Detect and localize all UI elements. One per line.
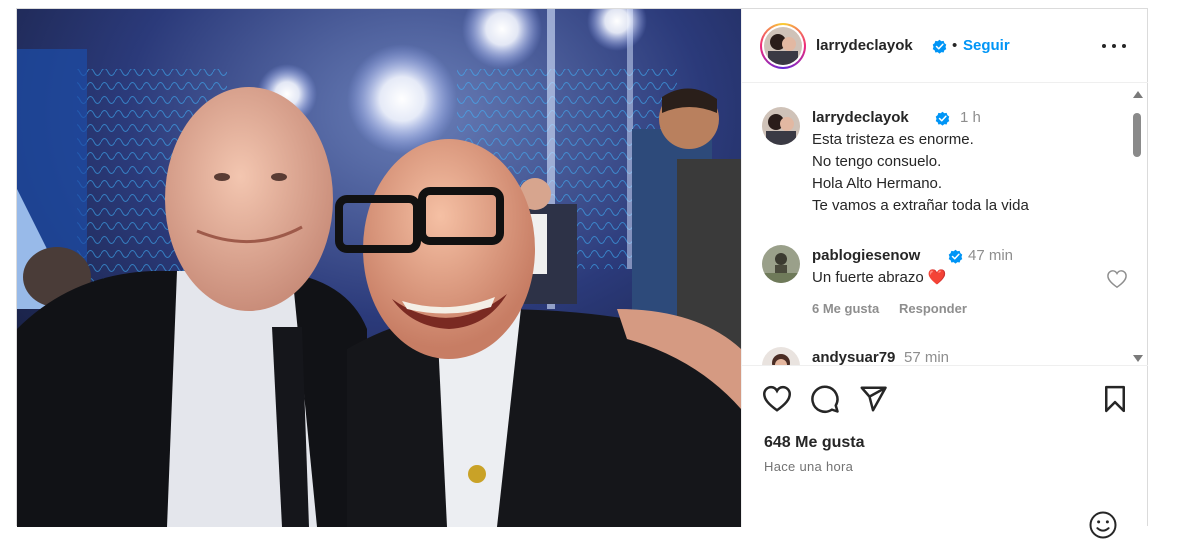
caption-line: Te vamos a extrañar toda la vida (812, 197, 1029, 214)
caption-time: 1 h (960, 109, 981, 126)
avatar-image (762, 245, 800, 283)
comment-username[interactable]: pablogiesenow (812, 247, 920, 264)
comment-text-body: Un fuerte abrazo (812, 269, 924, 286)
scroll-up-arrow-icon[interactable] (1133, 91, 1143, 98)
post-timestamp[interactable]: Hace una hora (764, 459, 853, 474)
comment-username[interactable]: andysuar79 (812, 349, 895, 365)
avatar-image (762, 107, 800, 145)
post-header: larrydeclayok • Seguir (742, 9, 1148, 83)
likes-count[interactable]: 648 Me gusta (764, 434, 864, 452)
scrollbar-thumb[interactable] (1133, 113, 1141, 157)
comment-likes[interactable]: 6 Me gusta (812, 301, 879, 316)
like-comment-heart-icon[interactable] (1106, 269, 1128, 289)
emoji-picker-icon[interactable] (1088, 510, 1118, 540)
comments-scrollbar[interactable] (1130, 89, 1144, 367)
post-photo[interactable] (17, 9, 741, 527)
commenter-avatar[interactable] (762, 245, 800, 283)
verified-badge-icon (935, 111, 950, 126)
scroll-down-arrow-icon[interactable] (1133, 355, 1143, 362)
comment-time: 47 min (968, 247, 1014, 264)
selfie-photo (17, 9, 741, 527)
more-options-icon[interactable] (1100, 35, 1128, 57)
follow-button[interactable]: Seguir (963, 37, 1010, 54)
header-separator: • (952, 37, 958, 54)
like-heart-icon[interactable] (762, 384, 792, 414)
comment-time: 57 min (904, 349, 950, 365)
caption-line: Hola Alto Hermano. (812, 175, 943, 192)
instagram-post: larrydeclayok • Seguir larrydeclayok 1 h… (16, 8, 1148, 539)
comment-bubble-icon[interactable] (810, 384, 840, 414)
comment-text: Un fuerte abrazo ❤️ (812, 267, 947, 289)
commenter-avatar[interactable] (762, 347, 800, 365)
caption-avatar[interactable] (762, 107, 800, 145)
author-username[interactable]: larrydeclayok (816, 37, 913, 54)
avatar-image (762, 347, 800, 365)
author-avatar[interactable] (760, 23, 806, 69)
post-sidebar: larrydeclayok • Seguir larrydeclayok 1 h… (741, 9, 1148, 539)
post-actions: 648 Me gusta Hace una hora (742, 365, 1148, 539)
verified-badge-icon (932, 39, 947, 54)
caption-line: No tengo consuelo. (812, 153, 942, 170)
verified-badge-icon (948, 249, 963, 264)
avatar-image (764, 27, 802, 65)
comments-list[interactable]: larrydeclayok 1 h Esta tristeza es enorm… (742, 83, 1148, 365)
share-send-icon[interactable] (858, 384, 888, 414)
reply-button[interactable]: Responder (899, 301, 967, 316)
caption-username[interactable]: larrydeclayok (812, 109, 909, 126)
caption-line: Esta tristeza es enorme. (812, 131, 974, 148)
red-heart-emoji: ❤️ (927, 269, 947, 286)
save-bookmark-icon[interactable] (1100, 384, 1130, 414)
